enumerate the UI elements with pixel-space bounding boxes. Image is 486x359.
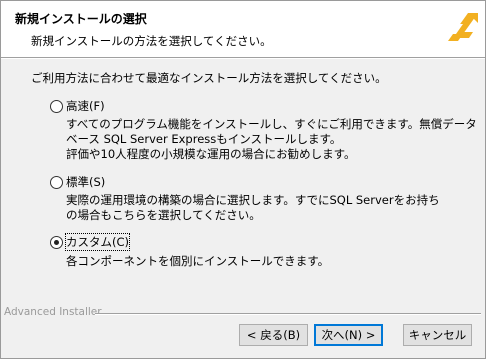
- option-fast-description: すべてのプログラム機能をインストールし、すぐにご利用できます。無償データ ベース…: [66, 117, 477, 162]
- next-button[interactable]: 次へ(N) >: [314, 324, 383, 346]
- page-title: 新規インストールの選択: [15, 12, 147, 26]
- radio-label-standard[interactable]: 標準(S): [66, 174, 105, 190]
- footer-separator: [95, 313, 481, 315]
- header-separator: [1, 57, 485, 59]
- header-panel: 新規インストールの選択 新規インストールの方法を選択してください。: [1, 1, 485, 57]
- radio-label-custom[interactable]: カスタム(C): [64, 233, 131, 251]
- radio-button-standard[interactable]: [50, 175, 63, 189]
- option-fast[interactable]: 高速(F): [50, 97, 105, 115]
- radio-fast[interactable]: 高速(F): [50, 97, 105, 115]
- option-standard-description: 実際の運用環境の構築の場合に選択します。すでにSQL Serverをお持ち の場…: [66, 193, 440, 223]
- option-custom-description: 各コンポーネントを個別にインストールできます。: [66, 254, 329, 269]
- back-button[interactable]: < 戻る(B): [239, 324, 308, 346]
- cancel-button[interactable]: キャンセル: [403, 324, 472, 346]
- description-line: 評価や10人程度の小規模な運用の場合にお勧めします。: [66, 147, 356, 161]
- instruction-text: ご利用方法に合わせて最適なインストール方法を選択してください。: [31, 71, 387, 85]
- brand-label: Advanced Installer: [4, 306, 102, 318]
- radio-label-fast[interactable]: 高速(F): [66, 98, 105, 114]
- installer-window: 新規インストールの選択 新規インストールの方法を選択してください。 ご利用方法に…: [0, 0, 486, 359]
- radio-custom[interactable]: カスタム(C): [50, 233, 131, 251]
- description-line: の場合もこちらを選択してください。: [66, 208, 261, 222]
- radio-button-fast[interactable]: [50, 99, 63, 113]
- description-line: 各コンポーネントを個別にインストールできます。: [66, 254, 330, 268]
- description-line: すべてのプログラム機能をインストールし、すぐにご利用できます。無償データ: [66, 117, 477, 131]
- description-line: 実際の運用環境の構築の場合に選択します。すでにSQL Serverをお持ち: [66, 193, 440, 207]
- advanced-installer-logo-icon: [448, 13, 478, 41]
- radio-standard[interactable]: 標準(S): [50, 173, 105, 191]
- page-subtitle: 新規インストールの方法を選択してください。: [31, 34, 272, 48]
- description-line: ベース SQL Server Expressもインストールします。: [66, 132, 342, 146]
- option-custom[interactable]: カスタム(C): [50, 233, 131, 251]
- option-standard[interactable]: 標準(S): [50, 173, 105, 191]
- radio-button-custom[interactable]: [50, 235, 63, 249]
